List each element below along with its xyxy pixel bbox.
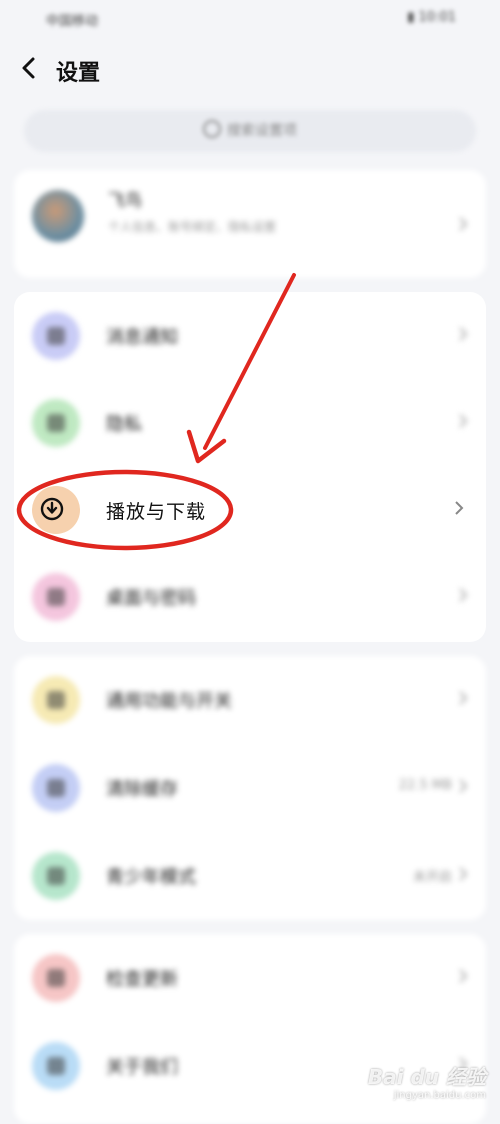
title-bar: 设置 <box>0 44 500 94</box>
page-title: 设置 <box>56 61 101 86</box>
teen-mode-status: 未开启 <box>412 870 452 885</box>
settings-group-1: 消息通知 隐私 桌面与密码 <box>14 292 486 642</box>
item-label: 青少年模式 <box>106 867 196 888</box>
trash-icon <box>32 764 80 812</box>
info-icon <box>32 1042 80 1090</box>
playback-download-label: 播放与下载 <box>106 501 207 523</box>
carrier-text: 中国移动 <box>46 14 99 29</box>
item-label: 隐私 <box>106 414 142 435</box>
watermark-url: jingyan.baidu.com <box>393 1090 486 1101</box>
watermark: Bai du 经验 jingyan.baidu.com <box>368 1061 486 1101</box>
search-input[interactable]: 搜索设置项 <box>24 110 476 152</box>
toggle-icon <box>32 676 80 724</box>
settings-item-privacy[interactable]: 隐私 <box>14 379 486 467</box>
cache-size: 22.5 MB <box>398 778 452 793</box>
chevron-right-icon <box>455 501 464 515</box>
back-arrow-icon[interactable] <box>16 54 44 82</box>
settings-item-clear-cache[interactable]: 清除缓存 22.5 MB <box>14 744 486 832</box>
settings-item-desktop[interactable]: 桌面与密码 <box>14 553 486 641</box>
chevron-right-icon <box>459 969 468 983</box>
item-label: 关于我们 <box>106 1057 178 1078</box>
bell-icon <box>32 312 80 360</box>
watermark-brand: Bai du 经验 <box>367 1065 486 1089</box>
settings-item-check-update[interactable]: 检查更新 <box>14 934 486 1022</box>
settings-item-general[interactable]: 通用功能与开关 <box>14 656 486 744</box>
refresh-icon <box>32 954 80 1002</box>
profile-subtitle: 个人信息、账号绑定、隐私设置 <box>108 220 277 234</box>
lock-icon <box>32 399 80 447</box>
avatar <box>32 190 84 242</box>
download-icon <box>40 497 64 521</box>
desktop-icon <box>32 573 80 621</box>
chevron-right-icon <box>459 588 468 602</box>
search-placeholder: 搜索设置项 <box>227 123 297 139</box>
item-label: 清除缓存 <box>106 779 178 800</box>
settings-item-notifications[interactable]: 消息通知 <box>14 292 486 380</box>
profile-card[interactable]: 飞鸟 个人信息、账号绑定、隐私设置 <box>14 170 486 278</box>
profile-name: 飞鸟 <box>108 191 142 211</box>
shield-icon <box>32 852 80 900</box>
item-label: 通用功能与开关 <box>106 691 232 712</box>
item-label: 桌面与密码 <box>106 588 196 609</box>
settings-item-teen-mode[interactable]: 青少年模式 未开启 <box>14 832 486 920</box>
chevron-right-icon <box>459 217 468 231</box>
chevron-right-icon <box>459 779 468 793</box>
battery-time: ▮ 10:01 <box>407 10 456 25</box>
item-label: 检查更新 <box>106 969 178 990</box>
status-bar: 中国移动 ▮ 10:01 <box>0 0 500 38</box>
search-icon <box>203 120 221 138</box>
chevron-right-icon <box>459 867 468 881</box>
settings-item-playback-download[interactable] <box>14 466 486 554</box>
chevron-right-icon <box>459 414 468 428</box>
chevron-right-icon <box>459 327 468 341</box>
settings-group-2: 通用功能与开关 清除缓存 22.5 MB 青少年模式 未开启 <box>14 656 486 920</box>
chevron-right-icon <box>459 691 468 705</box>
item-label: 消息通知 <box>106 327 178 348</box>
